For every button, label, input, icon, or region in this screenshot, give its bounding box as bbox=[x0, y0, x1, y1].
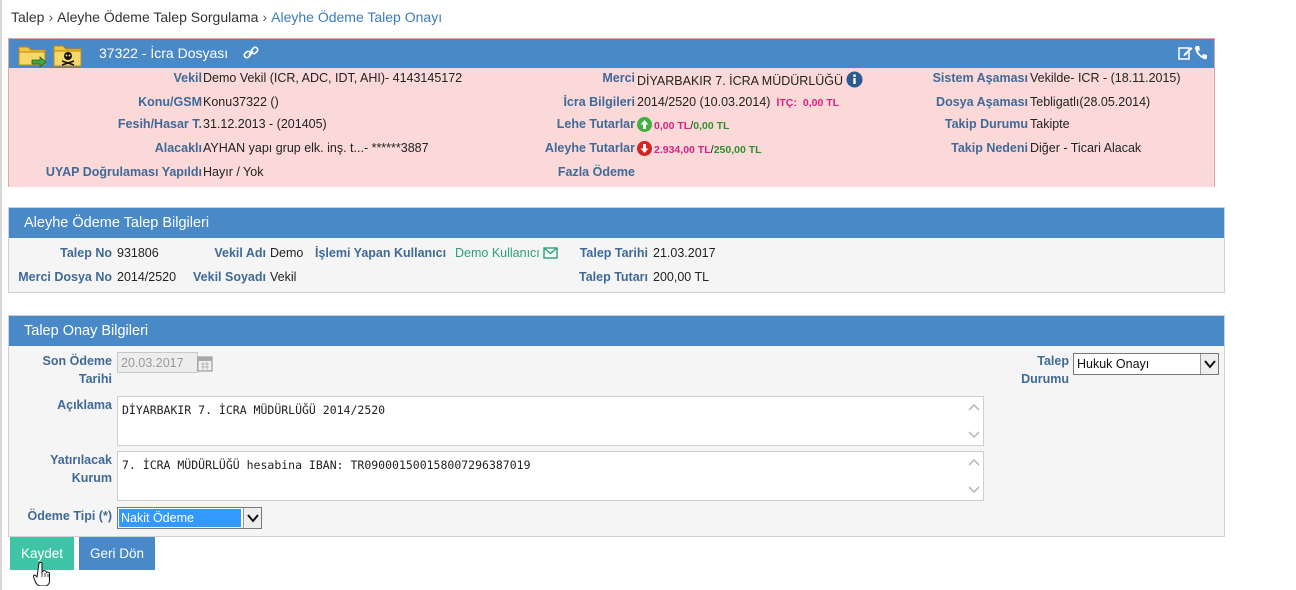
aciklama-textarea[interactable]: DİYARBAKIR 7. İCRA MÜDÜRLÜĞÜ 2014/2520 bbox=[117, 396, 984, 446]
vekil-adi-value: Demo bbox=[270, 246, 304, 260]
yatirilacak-label-1: Yatırılacak bbox=[50, 453, 112, 467]
dosya-label: Dosya Aşaması bbox=[936, 95, 1028, 109]
talep-durumu-label-1: Talep bbox=[1037, 354, 1069, 368]
odeme-tipi-select[interactable]: Nakit Ödeme bbox=[117, 507, 262, 529]
arrow-up-icon bbox=[637, 117, 652, 132]
vekil-soyadi-label: Vekil Soyadı bbox=[193, 270, 266, 284]
mail-icon[interactable] bbox=[543, 247, 558, 259]
icra-label: İcra Bilgileri bbox=[563, 95, 635, 109]
konu-label: Konu/GSM bbox=[138, 95, 202, 109]
file-summary-panel: 37322 - İcra Dosyası Vekil Demo Vekil (I… bbox=[8, 38, 1215, 187]
link-icon[interactable] bbox=[243, 46, 259, 60]
scroll-up-icon[interactable] bbox=[968, 402, 980, 412]
alacakli-label: Alacaklı bbox=[154, 141, 202, 155]
odeme-tipi-value: Nakit Ödeme bbox=[119, 509, 241, 527]
talep-onay-header: Talep Onay Bilgileri bbox=[9, 316, 1224, 346]
file-title[interactable]: 37322 - İcra Dosyası bbox=[99, 45, 228, 61]
son-odeme-label-2: Tarihi bbox=[78, 372, 112, 386]
itc-value: 0,00 TL bbox=[802, 97, 840, 109]
vekil-adi-label: Vekil Adı bbox=[214, 246, 266, 260]
yatirilacak-textarea[interactable]: 7. İCRA MÜDÜRLÜĞÜ hesabina IBAN: TR09000… bbox=[117, 451, 984, 501]
folder-arrow-icon[interactable] bbox=[18, 43, 48, 67]
fesih-label: Fesih/Hasar T. bbox=[117, 117, 202, 131]
scroll-down-icon[interactable] bbox=[968, 485, 980, 495]
aciklama-label: Açıklama bbox=[57, 398, 112, 412]
talep-bilgileri-header: Aleyhe Ödeme Talep Bilgileri bbox=[9, 208, 1224, 238]
alacakli-value: AYHAN yapı grup elk. inş. t...- ******38… bbox=[203, 141, 429, 155]
takip-nedeni-label: Takip Nedeni bbox=[951, 141, 1028, 155]
scroll-down-icon[interactable] bbox=[968, 430, 980, 440]
uyap-label: UYAP Doğrulaması Yapıldı bbox=[45, 165, 202, 179]
talep-tutari-label: Talep Tutarı bbox=[579, 270, 648, 284]
aleyhe-pink-amount: 2.934,00 TL bbox=[654, 144, 711, 156]
folder-skull-icon[interactable] bbox=[53, 42, 83, 68]
yatirilacak-label-2: Kurum bbox=[71, 471, 112, 485]
breadcrumb-separator: › bbox=[262, 9, 268, 25]
son-odeme-label-1: Son Ödeme bbox=[42, 354, 112, 368]
talep-tarihi-label: Talep Tarihi bbox=[579, 246, 648, 260]
lehe-green-amount: 0,00 TL bbox=[693, 120, 730, 132]
fesih-value: 31.12.2013 - (201405) bbox=[203, 117, 327, 131]
scroll-up-icon[interactable] bbox=[968, 457, 980, 467]
breadcrumb-item-sorgulama[interactable]: Aleyhe Ödeme Talep Sorgulama bbox=[57, 9, 258, 25]
yatirilacak-value: 7. İCRA MÜDÜRLÜĞÜ hesabina IBAN: TR09000… bbox=[122, 458, 531, 472]
merci-label: Merci bbox=[602, 71, 635, 85]
file-details: Vekil Demo Vekil (ICR, ADC, IDT, AHI)- 4… bbox=[9, 68, 1214, 187]
dosya-value: Tebligatlı(28.05.2014) bbox=[1030, 95, 1151, 109]
konu-value: Konu37322 () bbox=[203, 95, 279, 109]
sistem-value: Vekilde- ICR - (18.11.2015) bbox=[1030, 71, 1181, 85]
lehe-pink-amount: 0,00 TL bbox=[654, 120, 691, 132]
sistem-label: Sistem Aşaması bbox=[932, 71, 1028, 85]
odeme-tipi-label: Ödeme Tipi (*) bbox=[27, 509, 112, 523]
vekil-label: Vekil bbox=[173, 71, 203, 85]
son-odeme-input bbox=[117, 352, 198, 373]
lehe-label: Lehe Tutarlar bbox=[556, 117, 635, 131]
merci-dosya-label: Merci Dosya No bbox=[18, 270, 112, 284]
talep-no-value: 931806 bbox=[117, 246, 159, 260]
phone-icon[interactable] bbox=[1194, 45, 1207, 60]
talep-tarihi-value: 21.03.2017 bbox=[653, 246, 716, 260]
vekil-soyadi-value: Vekil bbox=[270, 270, 297, 284]
takip-durumu-label: Takip Durumu bbox=[944, 117, 1028, 131]
chevron-down-icon[interactable] bbox=[1200, 354, 1218, 374]
talep-tutari-value: 200,00 TL bbox=[653, 270, 710, 284]
talep-durumu-value: Hukuk Onayı bbox=[1077, 357, 1150, 371]
breadcrumb: Talep › Aleyhe Ödeme Talep Sorgulama › Aleyh… bbox=[11, 9, 442, 25]
talep-no-label: Talep No bbox=[60, 246, 112, 260]
itc-label: İTÇ: bbox=[776, 97, 797, 109]
hand-cursor-icon bbox=[33, 562, 50, 586]
chevron-down-icon[interactable] bbox=[243, 508, 261, 528]
aciklama-value: DİYARBAKIR 7. İCRA MÜDÜRLÜĞÜ 2014/2520 bbox=[122, 403, 386, 417]
aleyhe-green-amount: 250,00 TL bbox=[713, 144, 762, 156]
aleyhe-label: Aleyhe Tutarlar bbox=[544, 141, 635, 155]
takip-durumu-value: Takipte bbox=[1030, 117, 1070, 131]
fazla-label: Fazla Ödeme bbox=[557, 165, 635, 179]
info-icon[interactable] bbox=[846, 71, 863, 88]
talep-durumu-select[interactable]: Hukuk Onayı bbox=[1073, 353, 1219, 375]
talep-bilgileri-panel: Aleyhe Ödeme Talep Bilgileri Talep No 93… bbox=[8, 207, 1225, 293]
arrow-down-icon bbox=[637, 141, 652, 156]
merci-value: DİYARBAKIR 7. İCRA MÜDÜRLÜĞÜ bbox=[637, 74, 844, 88]
breadcrumb-item-talep[interactable]: Talep bbox=[11, 9, 44, 25]
takip-nedeni-value: Diğer - Ticari Alacak bbox=[1030, 141, 1142, 155]
back-button[interactable]: Geri Dön bbox=[79, 537, 155, 570]
islemi-yapan-label: İşlemi Yapan Kullanıcı bbox=[315, 246, 447, 260]
uyap-value: Hayır / Yok bbox=[203, 165, 264, 179]
edit-icon[interactable] bbox=[1178, 45, 1193, 60]
talep-durumu-label-2: Durumu bbox=[1021, 372, 1069, 386]
left-edge bbox=[0, 0, 2, 590]
merci-dosya-value: 2014/2520 bbox=[117, 270, 177, 284]
file-header: 37322 - İcra Dosyası bbox=[9, 39, 1214, 68]
calendar-icon[interactable] bbox=[197, 355, 213, 372]
islemi-yapan-value[interactable]: Demo Kullanıcı bbox=[455, 246, 540, 260]
talep-onay-panel: Talep Onay Bilgileri Son Ödeme Tarihi Aç… bbox=[8, 315, 1225, 537]
breadcrumb-separator: › bbox=[48, 9, 54, 25]
icra-value: 2014/2520 (10.03.2014) bbox=[637, 95, 771, 109]
breadcrumb-item-active: Aleyhe Ödeme Talep Onayı bbox=[271, 9, 443, 25]
